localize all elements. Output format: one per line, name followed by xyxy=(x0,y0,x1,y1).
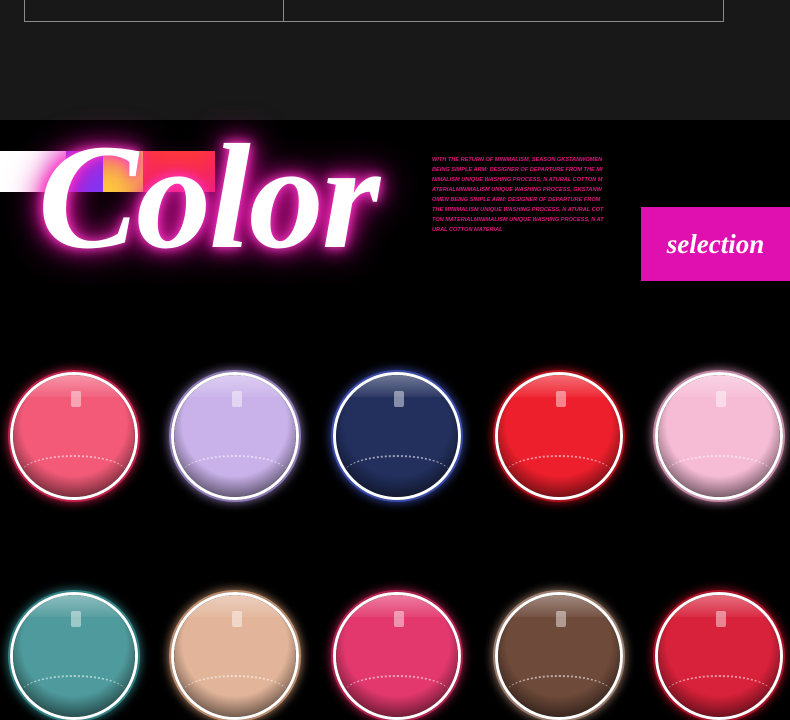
bow-icon xyxy=(556,391,566,407)
spec-table-band xyxy=(0,0,790,120)
bow-icon xyxy=(71,611,81,627)
swatch-fabric xyxy=(336,375,458,497)
product-swatch-crimson[interactable] xyxy=(655,592,783,720)
bow-icon xyxy=(394,611,404,627)
bow-icon xyxy=(716,611,726,627)
swatch-fabric xyxy=(174,595,296,717)
swatch-lace xyxy=(506,455,612,491)
product-swatch-teal[interactable] xyxy=(10,592,138,720)
swatch-fabric xyxy=(498,595,620,717)
swatch-lace xyxy=(666,675,772,711)
swatch-fabric xyxy=(13,595,135,717)
swatch-fabric xyxy=(13,375,135,497)
swatch-lace xyxy=(506,675,612,711)
bow-icon xyxy=(71,391,81,407)
hero-blurb: WITH THE RETURN OF MINIMALISM, SEASON GK… xyxy=(432,157,604,233)
bow-icon xyxy=(232,611,242,627)
product-swatch-nude[interactable] xyxy=(171,592,299,720)
hero-title: Color xyxy=(38,114,380,280)
bow-icon xyxy=(716,391,726,407)
product-swatch-lavender[interactable] xyxy=(171,372,299,500)
swatch-lace xyxy=(344,675,450,711)
swatch-lace xyxy=(182,675,288,711)
bow-icon xyxy=(394,391,404,407)
swatch-fabric xyxy=(498,375,620,497)
bow-icon xyxy=(232,391,242,407)
bow-icon xyxy=(556,611,566,627)
swatch-lace xyxy=(21,675,127,711)
swatch-lace xyxy=(344,455,450,491)
product-swatch-rose[interactable] xyxy=(333,592,461,720)
spec-table xyxy=(24,0,724,22)
product-swatch-brown[interactable] xyxy=(495,592,623,720)
swatch-fabric xyxy=(658,595,780,717)
selection-button[interactable]: selection xyxy=(641,207,790,281)
swatch-lace xyxy=(182,455,288,491)
swatch-fabric xyxy=(174,375,296,497)
product-swatch-light-pink[interactable] xyxy=(655,372,783,500)
product-swatch-coral-pink[interactable] xyxy=(10,372,138,500)
swatch-fabric xyxy=(336,595,458,717)
swatch-lace xyxy=(21,455,127,491)
swatch-lace xyxy=(666,455,772,491)
spec-table-divider xyxy=(283,0,284,21)
product-swatch-red[interactable] xyxy=(495,372,623,500)
swatch-fabric xyxy=(658,375,780,497)
product-swatch-navy[interactable] xyxy=(333,372,461,500)
